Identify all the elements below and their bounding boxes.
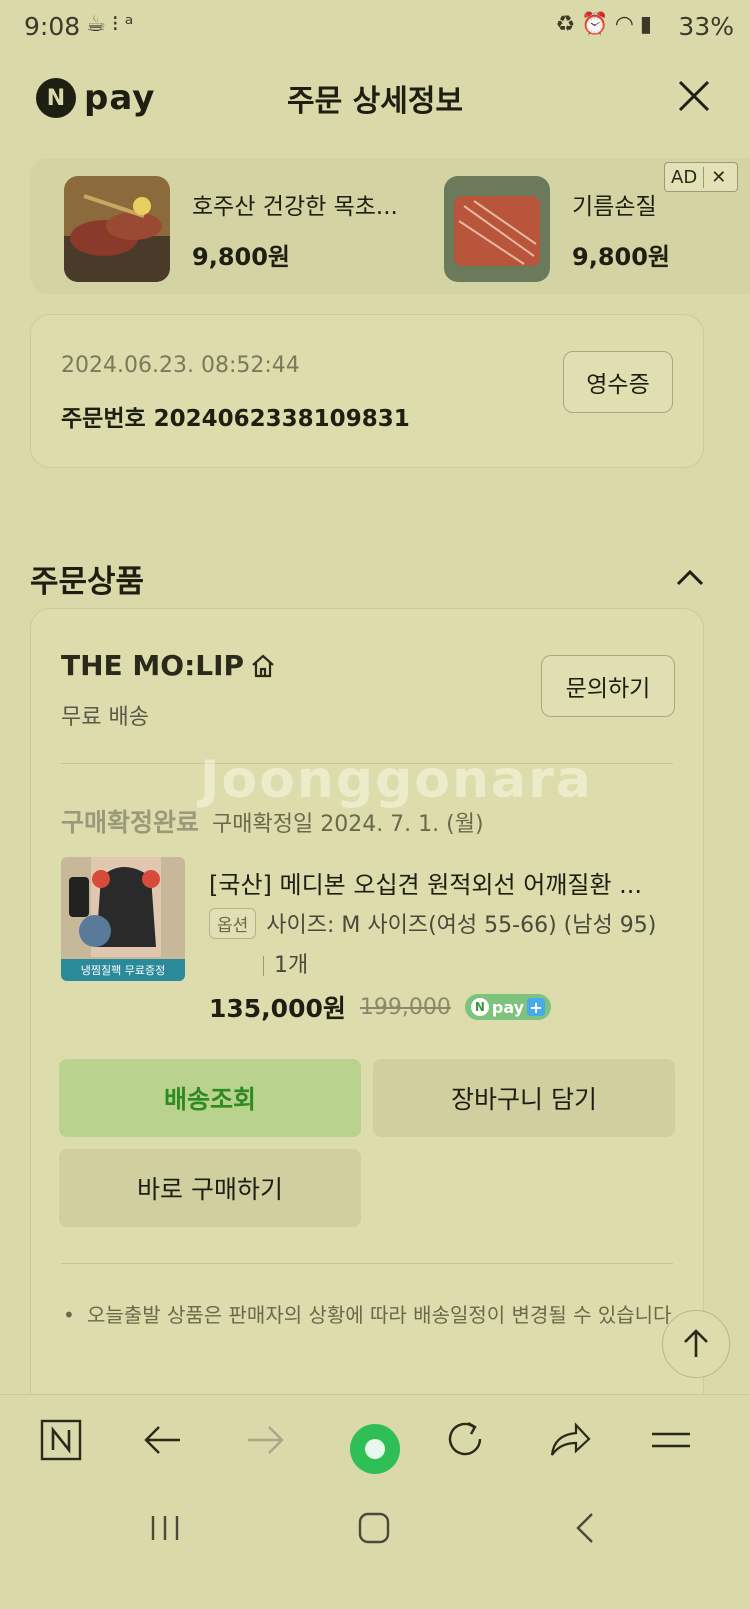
ad-product-name: 기름손질 bbox=[572, 193, 657, 220]
shipping-notice: 오늘출발 상품은 판매자의 상황에 따라 배송일정이 변경될 수 있습니다. bbox=[61, 1299, 697, 1331]
npay-n-icon: N bbox=[470, 998, 489, 1016]
order-info-card: 2024.06.23. 08:52:44 주문번호 20240623381098… bbox=[30, 314, 704, 468]
sale-price: 135,000원 bbox=[209, 994, 346, 1023]
inquiry-button[interactable]: 문의하기 bbox=[541, 655, 675, 717]
price-row: 135,000원 199,000 N pay + bbox=[209, 989, 552, 1025]
home-icon[interactable] bbox=[354, 1508, 394, 1548]
track-delivery-button[interactable]: 배송조회 bbox=[59, 1059, 361, 1137]
add-to-cart-button[interactable]: 장바구니 담기 bbox=[373, 1059, 675, 1137]
divider bbox=[61, 1263, 673, 1264]
ad-product-image bbox=[64, 176, 170, 282]
naver-home-icon[interactable] bbox=[36, 1415, 86, 1465]
ad-badge[interactable]: AD ✕ bbox=[664, 162, 738, 192]
gesture-icon: ᵃ bbox=[124, 12, 140, 37]
recent-apps-icon[interactable] bbox=[145, 1508, 185, 1548]
option-value: 사이즈: M 사이즈(여성 55-66) (남성 95) bbox=[266, 913, 657, 938]
status-label: 구매확정완료 bbox=[61, 808, 200, 837]
dots-icon: ⁝ bbox=[111, 12, 125, 37]
status-bar: 9:08 ☕⁝ᵃ ♻⏰◠▮ 33% bbox=[0, 0, 750, 56]
system-navigation bbox=[0, 1484, 750, 1609]
menu-icon[interactable] bbox=[646, 1415, 696, 1465]
system-icons: ♻⏰◠▮ bbox=[556, 12, 658, 37]
order-number: 주문번호 2024062338109831 bbox=[61, 406, 410, 432]
quantity-value: 1개 bbox=[274, 953, 309, 978]
section-title: 주문상품 bbox=[30, 564, 145, 600]
ad-product-image bbox=[444, 176, 550, 282]
ad-item[interactable]: 기름손질 9,800원 bbox=[444, 176, 670, 282]
watermark: Joonggonara bbox=[200, 750, 593, 810]
alarm-icon: ⏰ bbox=[581, 12, 615, 37]
back-icon[interactable] bbox=[566, 1508, 606, 1548]
product-name[interactable]: [국산] 메디본 오십견 원적외선 어깨질환 ... bbox=[209, 865, 642, 900]
green-dot-button[interactable] bbox=[350, 1424, 400, 1474]
option-tag: 옵션 bbox=[209, 907, 257, 939]
original-price: 199,000 bbox=[359, 994, 451, 1020]
product-option: 옵션 사이즈: M 사이즈(여성 55-66) (남성 95) bbox=[209, 907, 656, 939]
page-title: 주문 상세정보 bbox=[286, 84, 464, 119]
share-icon[interactable] bbox=[544, 1415, 594, 1465]
receipt-button[interactable]: 영수증 bbox=[563, 351, 673, 413]
thumb-caption: 냉찜질팩 무료증정 bbox=[81, 964, 165, 977]
npay-badge-text: pay bbox=[491, 997, 525, 1017]
ad-product-price: 9,800원 bbox=[572, 242, 670, 271]
forward-arrow-icon[interactable] bbox=[240, 1415, 290, 1465]
cup-icon: ☕ bbox=[86, 12, 112, 37]
shop-name[interactable]: THE MO:LIP bbox=[61, 649, 276, 682]
home-icon bbox=[252, 654, 274, 677]
confirm-date: 구매확정일 2024. 7. 1. (월) bbox=[212, 812, 484, 837]
ad-close-icon[interactable]: ✕ bbox=[704, 167, 733, 188]
battery-percent: 33% bbox=[678, 12, 734, 41]
refresh-icon[interactable] bbox=[440, 1415, 490, 1465]
back-arrow-icon[interactable] bbox=[138, 1415, 188, 1465]
order-datetime: 2024.06.23. 08:52:44 bbox=[61, 353, 300, 378]
close-icon[interactable] bbox=[674, 76, 714, 116]
npay-plus-badge: N pay + bbox=[464, 994, 552, 1020]
chevron-up-icon[interactable] bbox=[674, 566, 706, 590]
ordered-product-card: THE MO:LIP 무료 배송 문의하기 구매확정완료 구매확정일 2024.… bbox=[30, 608, 704, 1410]
notification-icons: ☕⁝ᵃ bbox=[86, 12, 139, 37]
ad-label: AD bbox=[665, 166, 705, 188]
app-header: N pay 주문 상세정보 bbox=[0, 60, 750, 140]
status-time: 9:08 bbox=[24, 12, 81, 41]
scroll-top-button[interactable] bbox=[662, 1310, 730, 1378]
signal-icon: ▮ bbox=[639, 12, 658, 37]
ad-item[interactable]: 호주산 건강한 목초... 9,800원 bbox=[64, 176, 398, 282]
buy-now-button[interactable]: 바로 구매하기 bbox=[59, 1149, 361, 1227]
ad-product-price: 9,800원 bbox=[192, 242, 290, 271]
shipping-info: 무료 배송 bbox=[61, 705, 149, 730]
product-quantity: 1개 bbox=[263, 947, 308, 979]
battery-saver-icon: ♻ bbox=[555, 12, 582, 37]
arrow-up-icon bbox=[684, 1329, 708, 1357]
ad-carousel[interactable]: 호주산 건강한 목초... 9,800원 기름손질 9,800원 bbox=[30, 158, 750, 294]
wifi-icon: ◠ bbox=[614, 12, 640, 37]
ad-product-name: 호주산 건강한 목초... bbox=[192, 193, 398, 220]
shop-name-text: THE MO:LIP bbox=[61, 649, 245, 682]
plus-icon: + bbox=[527, 998, 546, 1017]
product-image[interactable]: 냉찜질팩 무료증정 bbox=[61, 857, 185, 981]
